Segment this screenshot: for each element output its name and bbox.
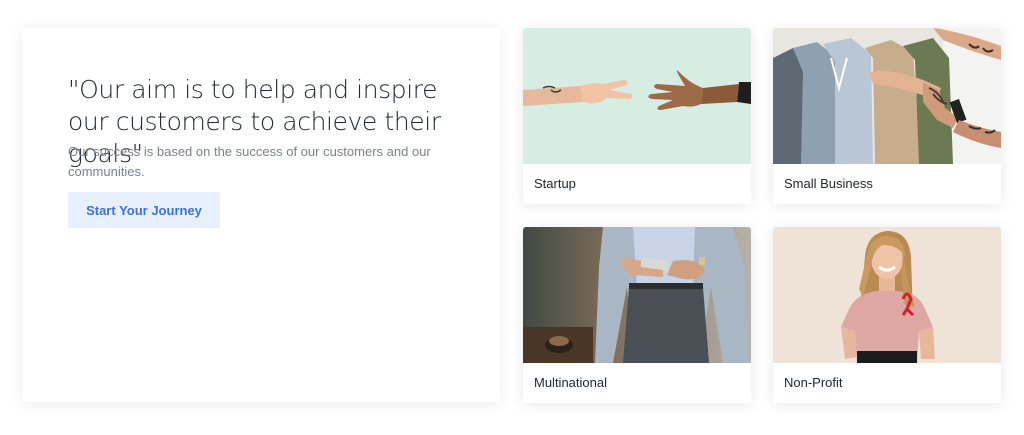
hands-peace-sign-photo xyxy=(523,28,751,164)
hero-description: Our success is based on the success of o… xyxy=(68,144,431,179)
category-label: Startup xyxy=(534,176,576,191)
category-card-non-profit[interactable]: Non-Profit xyxy=(773,227,1001,403)
hero-card: "Our aim is to help and inspire our cust… xyxy=(23,28,500,402)
clothing-rack-photo xyxy=(773,28,1001,164)
category-label: Multinational xyxy=(534,375,607,390)
businessman-phone-photo xyxy=(523,227,751,363)
category-card-startup[interactable]: Startup xyxy=(523,28,751,204)
category-label: Small Business xyxy=(784,176,873,191)
start-journey-button[interactable]: Start Your Journey xyxy=(68,192,220,228)
woman-red-ribbon-photo xyxy=(773,227,1001,363)
category-label: Non-Profit xyxy=(784,375,843,390)
category-card-multinational[interactable]: Multinational xyxy=(523,227,751,403)
category-card-small-business[interactable]: Small Business xyxy=(773,28,1001,204)
